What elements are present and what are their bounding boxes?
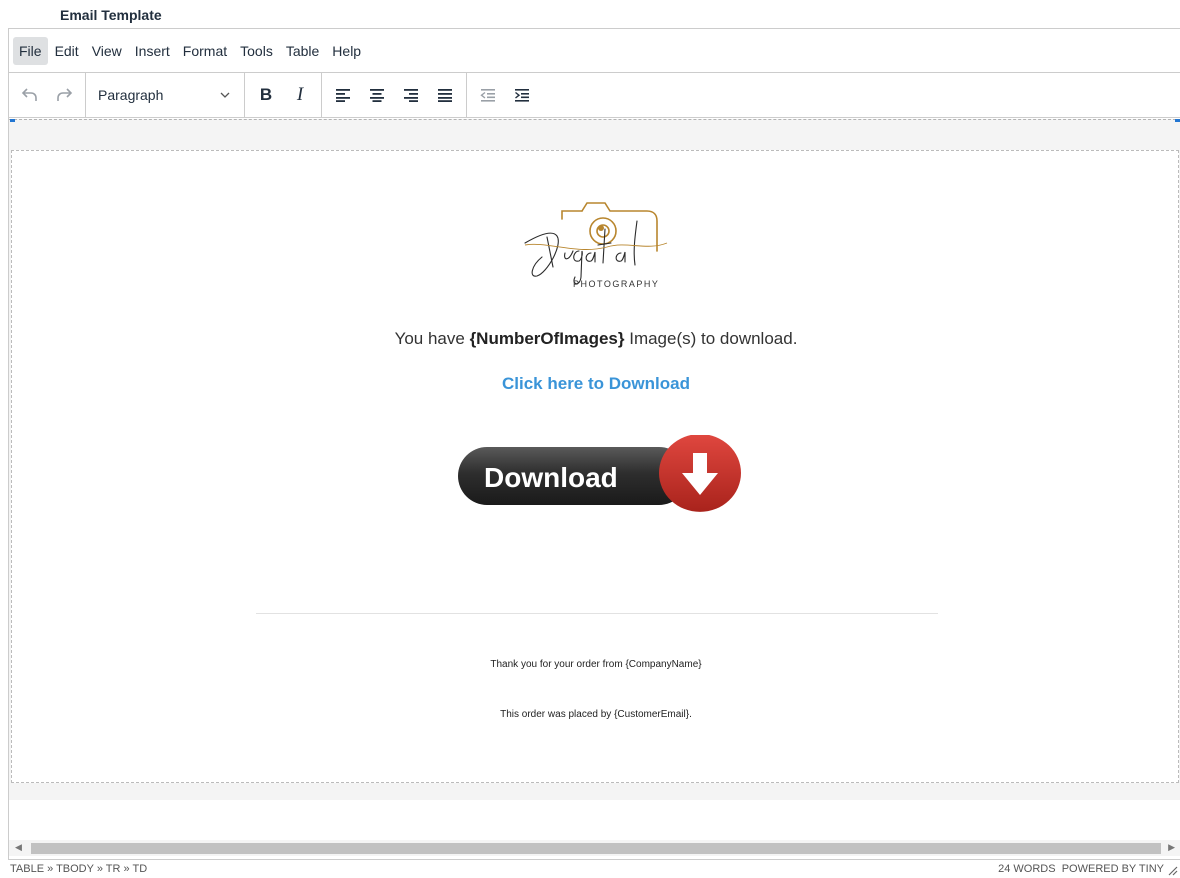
- text-style-group: B I: [245, 73, 322, 117]
- chevron-down-icon: [220, 92, 230, 98]
- word-count[interactable]: 24 WORDS: [998, 863, 1055, 875]
- message-token: {NumberOfImages}: [469, 329, 625, 348]
- menu-tools[interactable]: Tools: [234, 37, 279, 65]
- align-center-button[interactable]: [360, 78, 394, 112]
- company-logo: PHOTOGRAPHY: [524, 202, 668, 289]
- download-link[interactable]: Click here to Download: [12, 374, 1180, 394]
- indent-group: [467, 73, 543, 117]
- align-justify-icon: [438, 89, 452, 102]
- footer-divider: [256, 613, 938, 614]
- download-message: You have {NumberOfImages} Image(s) to do…: [12, 329, 1180, 349]
- menu-help[interactable]: Help: [326, 37, 367, 65]
- align-left-icon: [336, 89, 350, 102]
- download-button-label: Download: [484, 462, 618, 493]
- editor-content-area[interactable]: PHOTOGRAPHY You have {NumberOfImages} Im…: [9, 119, 1180, 800]
- scroll-right-icon[interactable]: ▶: [1168, 842, 1175, 853]
- menu-view[interactable]: View: [86, 37, 128, 65]
- powered-by-link[interactable]: POWERED BY TINY: [1062, 863, 1164, 875]
- block-format-select[interactable]: Paragraph: [90, 78, 240, 112]
- selection-outline-top: [9, 119, 1180, 120]
- scroll-left-icon[interactable]: ◀: [15, 842, 22, 853]
- message-suffix: Image(s) to download.: [624, 329, 798, 348]
- horizontal-scrollbar[interactable]: ◀ ▶: [9, 840, 1180, 856]
- align-right-icon: [404, 89, 418, 102]
- page-title: Email Template: [60, 7, 162, 23]
- menu-table[interactable]: Table: [280, 37, 325, 65]
- message-prefix: You have: [394, 329, 470, 348]
- redo-icon: [57, 88, 73, 101]
- indent-button[interactable]: [505, 78, 539, 112]
- align-center-icon: [370, 89, 384, 102]
- email-table[interactable]: PHOTOGRAPHY You have {NumberOfImages} Im…: [11, 150, 1179, 783]
- rich-text-editor: File Edit View Insert Format Tools Table…: [8, 28, 1180, 860]
- download-button-image[interactable]: Download: [454, 435, 744, 515]
- statusbar: TABLE » TBODY » TR » TD 24 WORDS POWERED…: [8, 860, 1180, 878]
- menu-file[interactable]: File: [13, 36, 48, 65]
- menu-format[interactable]: Format: [177, 37, 233, 65]
- menu-insert[interactable]: Insert: [129, 37, 176, 65]
- italic-icon: I: [296, 84, 304, 105]
- redo-button[interactable]: [47, 78, 81, 112]
- toolbar: Paragraph B I: [9, 73, 1180, 118]
- undo-button[interactable]: [13, 78, 47, 112]
- bold-icon: B: [259, 85, 273, 104]
- align-right-button[interactable]: [394, 78, 428, 112]
- alignment-group: [322, 73, 467, 117]
- menu-edit[interactable]: Edit: [49, 37, 85, 65]
- status-right: 24 WORDS POWERED BY TINY: [998, 863, 1164, 875]
- history-group: [9, 73, 86, 117]
- bold-button[interactable]: B: [249, 78, 283, 112]
- resize-handle-top-right[interactable]: [1175, 119, 1180, 122]
- element-path[interactable]: TABLE » TBODY » TR » TD: [10, 863, 147, 875]
- italic-button[interactable]: I: [283, 78, 317, 112]
- block-format-label: Paragraph: [98, 87, 164, 103]
- scrollbar-thumb[interactable]: [31, 843, 1161, 854]
- align-left-button[interactable]: [326, 78, 360, 112]
- outdent-button[interactable]: [471, 78, 505, 112]
- align-justify-button[interactable]: [428, 78, 462, 112]
- indent-icon: [515, 89, 529, 102]
- outdent-icon: [480, 89, 495, 102]
- undo-icon: [21, 88, 37, 101]
- resize-handle-icon[interactable]: [1166, 864, 1178, 876]
- footer-order-info: This order was placed by {CustomerEmail}…: [500, 709, 692, 720]
- block-format-group: Paragraph: [86, 73, 245, 117]
- logo-subtitle: PHOTOGRAPHY: [573, 279, 659, 289]
- resize-handle-top-left[interactable]: [10, 119, 15, 122]
- footer-thank-you: Thank you for your order from {CompanyNa…: [490, 659, 702, 670]
- menubar: File Edit View Insert Format Tools Table…: [9, 29, 1180, 73]
